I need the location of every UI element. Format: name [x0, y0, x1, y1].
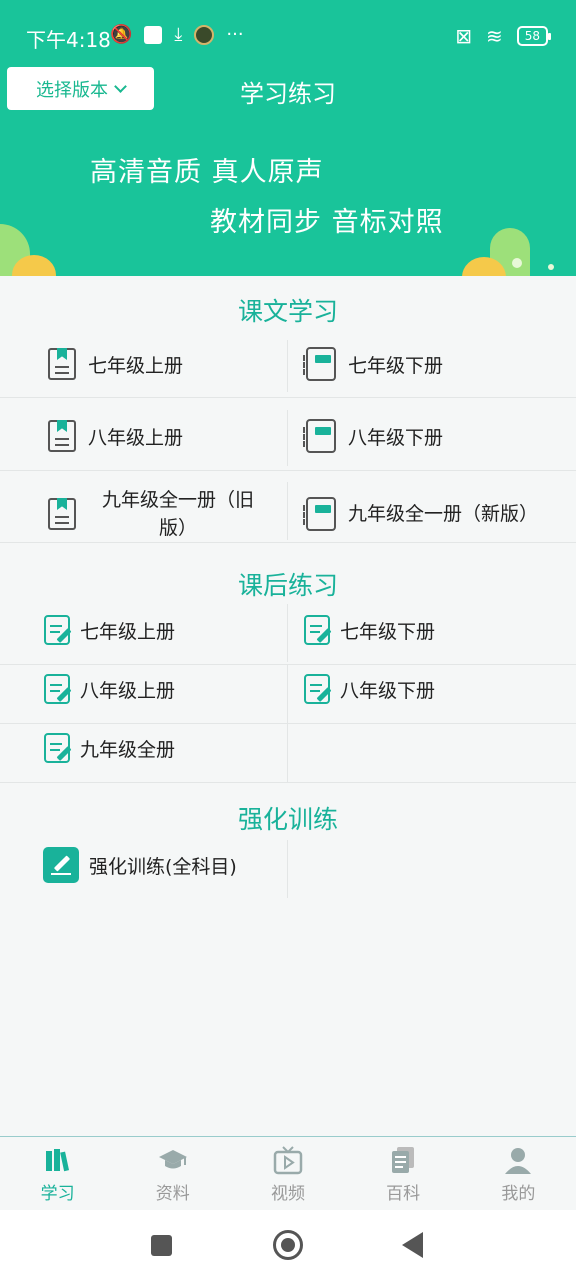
back-icon[interactable]: [402, 1232, 423, 1258]
divider: [0, 782, 576, 783]
divider: [0, 470, 576, 471]
nav-label: 资料: [155, 1184, 190, 1204]
notebook-icon: [303, 419, 336, 453]
lesson-item-label: 九年级全一册（新版）: [348, 503, 539, 525]
nav-label: 视频: [270, 1184, 305, 1204]
download-icon: ⤓: [174, 24, 183, 45]
practice-item-label: 七年级上册: [80, 620, 176, 643]
practice-grade8-up[interactable]: 八年级上册: [44, 671, 280, 707]
decor-dot: [548, 264, 554, 270]
practice-grade7-up[interactable]: 七年级上册: [44, 612, 280, 648]
practice-item-label: 八年级下册: [340, 679, 436, 702]
book-icon: [48, 420, 76, 452]
nav-mine[interactable]: 我的: [461, 1137, 576, 1210]
slogan-line-2: 教材同步 音标对照: [210, 207, 444, 238]
practice-pencil-icon: [44, 615, 72, 645]
practice-grade8-down[interactable]: 八年级下册: [304, 671, 566, 707]
intensive-item-label: 强化训练(全科目): [89, 855, 237, 878]
decor-dot: [512, 258, 522, 268]
more-dots: ···: [226, 24, 244, 45]
book-icon: [48, 348, 76, 380]
home-icon[interactable]: [273, 1230, 303, 1260]
nav-encyclopedia[interactable]: 百科: [346, 1137, 461, 1210]
practice-pencil-icon: [44, 733, 72, 763]
status-time: 下午4:18: [26, 28, 111, 52]
lesson-grade8-down[interactable]: 八年级下册: [303, 416, 566, 456]
practice-pencil-icon: [304, 674, 332, 704]
divider: [287, 604, 288, 662]
divider: [287, 840, 288, 898]
battery-indicator: 58: [516, 26, 552, 46]
divider: [287, 665, 288, 723]
divider: [287, 724, 288, 782]
book-icon: [48, 498, 76, 530]
notebook-icon: [303, 497, 336, 531]
lesson-item-label: 八年级下册: [348, 426, 444, 449]
app-badge-icon: [194, 24, 215, 45]
lesson-item-label: 九年级全一册（旧版）: [101, 489, 254, 539]
lesson-grade7-down[interactable]: 七年级下册: [303, 344, 566, 384]
nav-label: 学习: [40, 1184, 75, 1204]
books-icon: [45, 1149, 69, 1172]
wifi-icon: ≋: [485, 24, 503, 48]
divider: [0, 723, 576, 724]
nav-study[interactable]: 学习: [0, 1137, 115, 1210]
sim-off-icon: ⊠: [455, 24, 472, 48]
notification-square-icon: [144, 25, 163, 44]
edit-pen-icon: [43, 847, 79, 883]
status-right: ⊠ ≋ 58: [455, 24, 552, 48]
divider: [0, 542, 576, 543]
practice-item-label: 七年级下册: [340, 620, 436, 643]
lesson-grade9-old[interactable]: 九年级全一册（旧版）: [48, 484, 280, 544]
page-title: 学习练习: [240, 80, 336, 108]
nav-label: 我的: [501, 1184, 536, 1204]
lesson-item-label: 七年级下册: [348, 354, 444, 377]
nav-materials[interactable]: 资料: [115, 1137, 230, 1210]
practice-item-label: 九年级全册: [80, 738, 176, 761]
divider: [0, 664, 576, 665]
lesson-grade9-new[interactable]: 九年级全一册（新版）: [303, 484, 568, 544]
divider: [287, 482, 288, 540]
practice-pencil-icon: [304, 615, 332, 645]
divider: [287, 410, 288, 466]
lesson-study-title: 课文学习: [237, 297, 338, 326]
divider: [0, 397, 576, 398]
practice-pencil-icon: [44, 674, 72, 704]
status-bar: 下午4:18 🔕 ⤓ ··· ⊠ ≋ 58: [0, 0, 576, 66]
nav-video[interactable]: 视频: [230, 1137, 345, 1210]
documents-icon: [392, 1147, 415, 1173]
lesson-grade7-up[interactable]: 七年级上册: [48, 344, 278, 384]
tv-play-icon: [273, 1146, 303, 1175]
lesson-item-label: 八年级上册: [88, 426, 184, 449]
notebook-icon: [303, 347, 336, 381]
graduation-cap-icon: [158, 1150, 187, 1169]
after-class-title: 课后练习: [237, 571, 338, 600]
lesson-grade8-up[interactable]: 八年级上册: [48, 416, 278, 456]
intensive-title: 强化训练: [237, 805, 338, 834]
intensive-all-subjects[interactable]: 强化训练(全科目): [43, 846, 283, 884]
divider: [287, 340, 288, 392]
slogan-line-1: 高清音质 真人原声: [90, 157, 324, 188]
mute-bell-icon: 🔕: [110, 24, 133, 45]
nav-label: 百科: [386, 1184, 421, 1204]
practice-grade7-down[interactable]: 七年级下册: [304, 612, 566, 648]
bottom-nav: 学习 资料 视频 百科 我的: [0, 1136, 576, 1210]
practice-grade9-all[interactable]: 九年级全册: [44, 730, 280, 766]
status-icons: 🔕 ⤓ ···: [110, 24, 244, 45]
user-icon: [505, 1148, 532, 1174]
header-banner: 下午4:18 🔕 ⤓ ··· ⊠ ≋ 58 选择版本 学习练习 高清音质 真人原…: [0, 0, 576, 276]
recent-apps-icon[interactable]: [151, 1235, 172, 1256]
lesson-item-label: 七年级上册: [88, 354, 184, 377]
practice-item-label: 八年级上册: [80, 679, 176, 702]
